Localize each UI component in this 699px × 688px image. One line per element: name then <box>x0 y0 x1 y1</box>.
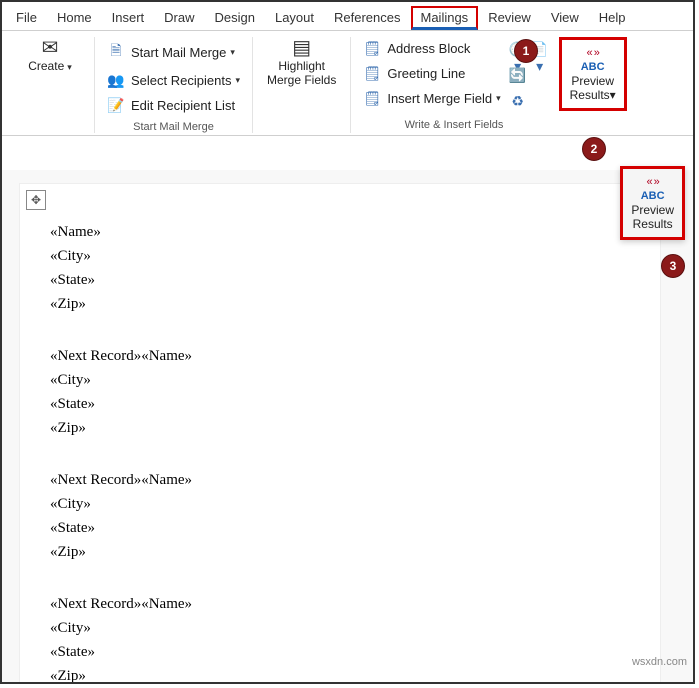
highlight-icon: ▤ <box>292 41 311 55</box>
preview-results-menu-item[interactable]: « » ABC Preview Results <box>631 175 674 231</box>
merge-field-line: «City» <box>50 244 350 268</box>
edit-recipient-list-button[interactable]: 📝Edit Recipient List <box>101 94 246 117</box>
tab-references[interactable]: References <box>324 6 410 30</box>
callout-badge-2: 2 <box>582 137 606 161</box>
merge-field-line: «Name» <box>50 220 350 244</box>
merge-field-line: «Next Record»«Name» <box>50 468 350 492</box>
merge-field-line: «State» <box>50 640 350 664</box>
envelope-icon: ✉ <box>42 41 59 55</box>
chevron-down-icon: ▾ <box>235 75 240 86</box>
tab-draw[interactable]: Draw <box>154 6 204 30</box>
table-move-handle[interactable]: ✥ <box>26 190 46 210</box>
label-cell[interactable]: «Next Record»«Name»«City»«State»«Zip» <box>50 344 360 468</box>
update-labels-button[interactable]: ♻ <box>509 93 527 111</box>
list-edit-icon: 📝 <box>107 97 125 114</box>
merge-field-line: «State» <box>50 392 350 416</box>
word-window: File Home Insert Draw Design Layout Refe… <box>0 0 695 684</box>
field-icon: 🗒 <box>363 90 381 107</box>
merge-field-line: «Next Record»«Name» <box>50 344 350 368</box>
address-block-button[interactable]: 🗒Address Block <box>357 37 506 60</box>
ribbon: ✉ Create▾ 🗎Start Mail Merge▾ 👥Select Rec… <box>2 31 693 136</box>
tab-review[interactable]: Review <box>478 6 541 30</box>
group-create: ✉ Create▾ <box>6 37 95 133</box>
abc-icon: ABC <box>641 189 665 203</box>
insert-merge-field-button[interactable]: 🗒Insert Merge Field▾ <box>357 87 506 110</box>
document-icon: 🗎 <box>107 40 125 64</box>
create-button[interactable]: ✉ Create▾ <box>12 37 88 78</box>
group-start-mail-merge: 🗎Start Mail Merge▾ 👥Select Recipients▾ 📝… <box>95 37 253 133</box>
tab-home[interactable]: Home <box>47 6 102 30</box>
chevron-down-icon: ▾ <box>67 62 72 72</box>
merge-field-line: «State» <box>50 516 350 540</box>
arrows-icon: « » <box>587 46 599 60</box>
callout-badge-1: 1 <box>514 39 538 63</box>
merge-field-line: «Zip» <box>50 292 350 316</box>
greeting-line-button[interactable]: 🗒Greeting Line <box>357 62 506 85</box>
merge-field-line: «Zip» <box>50 416 350 440</box>
merge-field-line: «City» <box>50 368 350 392</box>
label-cell[interactable]: «Next Record»«Name»«City»«State»«Zip» <box>50 592 360 684</box>
preview-results-highlight: « » ABC Preview Results▾ <box>559 37 627 111</box>
chevron-down-icon: ▾ <box>230 47 235 58</box>
abc-icon: ABC <box>581 60 605 74</box>
merge-field-line: «State» <box>50 268 350 292</box>
document-area: ✥ «Name»«City»«State»«Zip»«Next Record»«… <box>2 170 693 682</box>
select-recipients-button[interactable]: 👥Select Recipients▾ <box>101 69 246 92</box>
tab-view[interactable]: View <box>541 6 589 30</box>
group-preview: « » ABC Preview Results▾ <box>557 37 633 133</box>
tab-file[interactable]: File <box>6 6 47 30</box>
tab-layout[interactable]: Layout <box>265 6 324 30</box>
merge-field-line: «City» <box>50 616 350 640</box>
group-highlight: ▤ Highlight Merge Fields <box>253 37 351 133</box>
arrows-icon: « » <box>647 175 659 189</box>
group-write-label: Write & Insert Fields <box>405 119 504 131</box>
label-cell[interactable]: «Next Record»«Name»«City»«State»«Zip» <box>50 468 360 592</box>
merge-field-line: «Next Record»«Name» <box>50 592 350 616</box>
preview-results-button[interactable]: « » ABC Preview Results▾ <box>564 42 622 106</box>
match-fields-button[interactable]: 🔄 <box>509 67 527 85</box>
tab-design[interactable]: Design <box>205 6 265 30</box>
greeting-icon: 🗒 <box>363 65 381 82</box>
label-grid: «Name»«City»«State»«Zip»«Next Record»«Na… <box>20 204 660 684</box>
group-start-label: Start Mail Merge <box>133 121 214 133</box>
merge-field-line: «Zip» <box>50 664 350 684</box>
people-icon: 👥 <box>107 72 125 89</box>
ribbon-tabs: File Home Insert Draw Design Layout Refe… <box>2 2 693 31</box>
tab-insert[interactable]: Insert <box>102 6 155 30</box>
chevron-down-icon: ▾ <box>610 88 616 102</box>
merge-field-line: «City» <box>50 492 350 516</box>
watermark: wsxdn.com <box>632 656 687 668</box>
address-icon: 🗒 <box>363 40 381 57</box>
tab-help[interactable]: Help <box>589 6 636 30</box>
group-create-label <box>48 82 51 94</box>
highlight-merge-fields-button[interactable]: ▤ Highlight Merge Fields <box>259 37 344 91</box>
tab-mailings[interactable]: Mailings <box>411 6 479 30</box>
preview-results-menu: « » ABC Preview Results <box>620 166 685 240</box>
chevron-down-icon: ▾ <box>496 93 501 104</box>
callout-badge-3: 3 <box>661 254 685 278</box>
merge-field-line: «Zip» <box>50 540 350 564</box>
label-cell[interactable]: «Name»«City»«State»«Zip» <box>50 220 360 344</box>
start-mail-merge-button[interactable]: 🗎Start Mail Merge▾ <box>101 37 246 67</box>
document-page[interactable]: ✥ «Name»«City»«State»«Zip»«Next Record»«… <box>20 184 660 684</box>
